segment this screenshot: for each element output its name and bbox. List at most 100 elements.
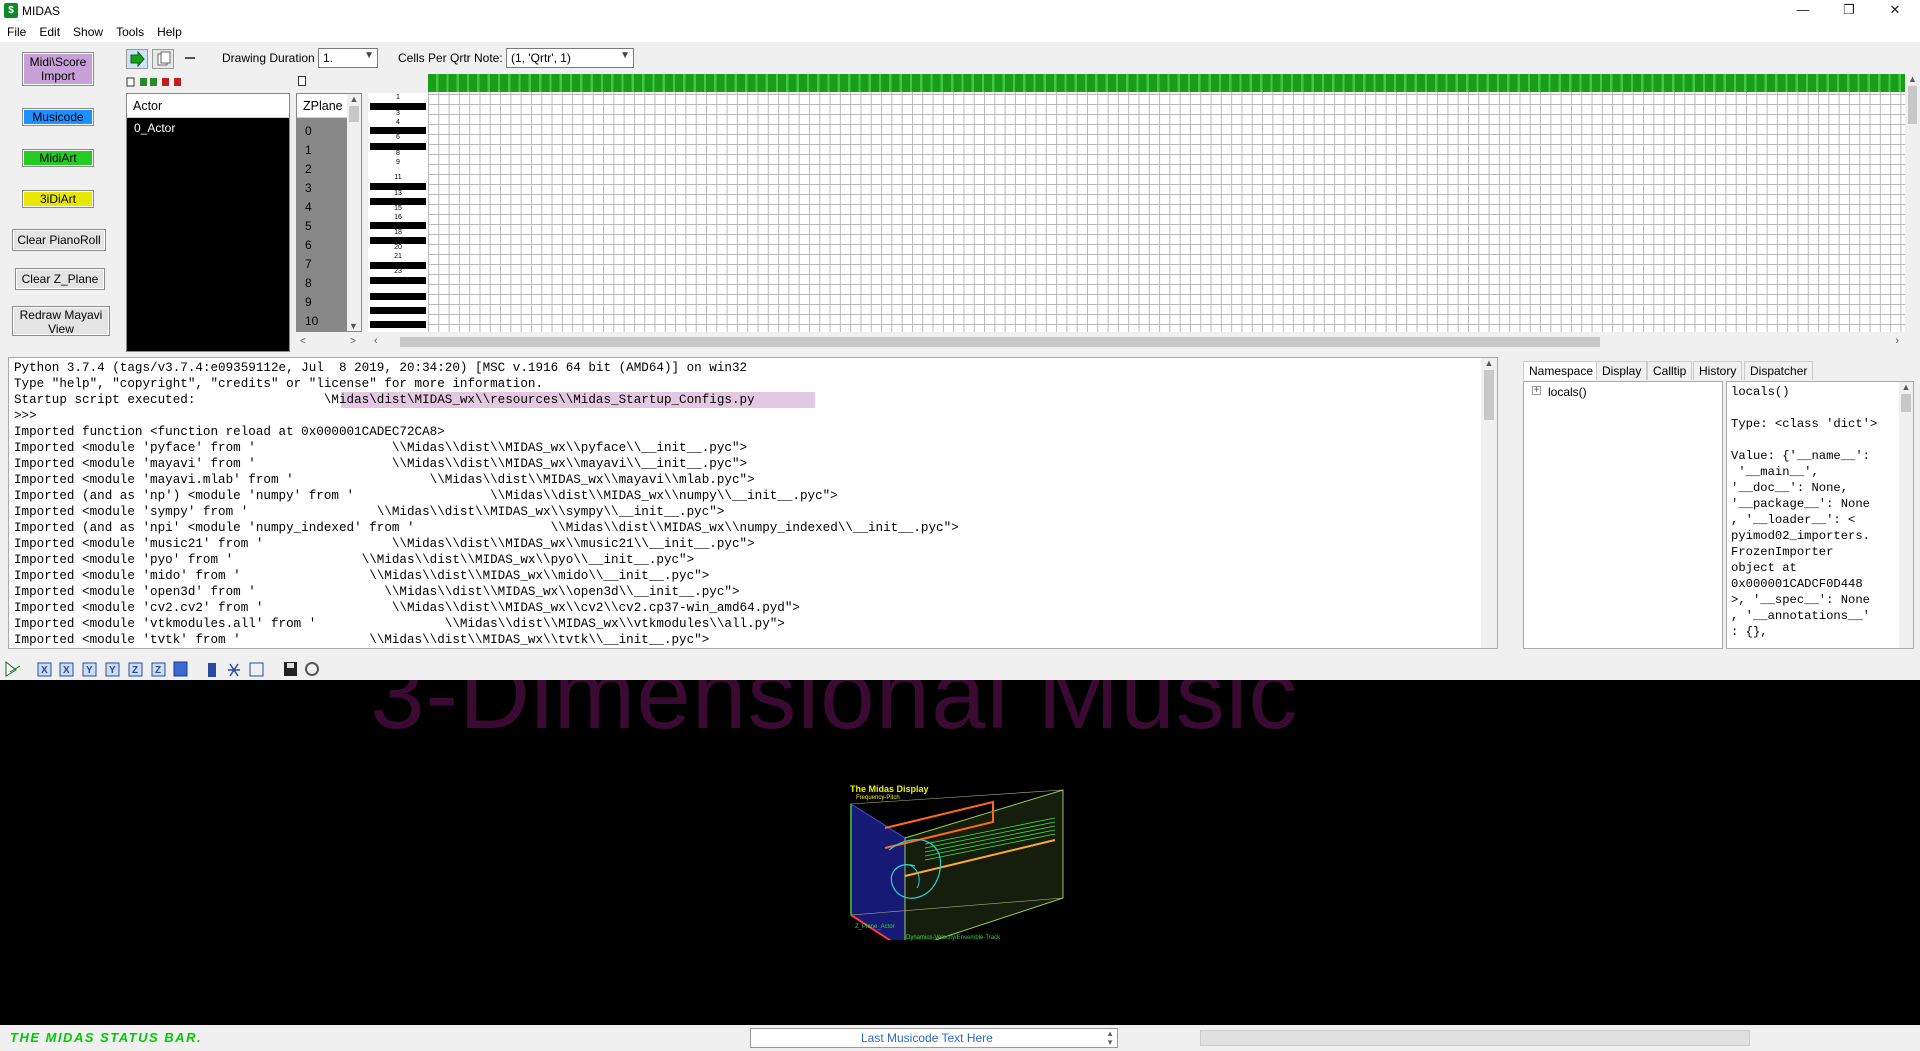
chevron-down-icon: ▼ xyxy=(620,50,630,61)
zplane-item[interactable]: 7 xyxy=(305,257,312,271)
maximize-button[interactable]: ❐ xyxy=(1826,0,1872,22)
zplane-item[interactable]: 10 xyxy=(305,314,318,328)
menu-tools[interactable]: Tools xyxy=(109,22,150,39)
svg-text:X: X xyxy=(63,665,70,676)
cells-per-qrtr-value: (1, 'Qrtr', 1) xyxy=(511,51,571,65)
cells-per-qrtr-label: Cells Per Qrtr Note: xyxy=(398,51,503,65)
detail-line: object at xyxy=(1731,561,1797,575)
svg-text:Z: Z xyxy=(132,665,138,676)
console-line: Startup script executed: \Midas\dist\MID… xyxy=(14,393,755,407)
musicode-text-input[interactable]: Last Musicode Text Here ▲ ▼ xyxy=(750,1028,1118,1048)
minimize-button[interactable]: — xyxy=(1780,0,1826,22)
zplane-item[interactable]: 1 xyxy=(305,143,312,157)
midas-3d-scene[interactable] xyxy=(845,780,1075,940)
copy-icon[interactable] xyxy=(152,49,174,69)
black-key[interactable] xyxy=(370,222,426,229)
tab-display[interactable]: Display xyxy=(1596,361,1648,380)
zplane-item[interactable]: 0 xyxy=(305,124,312,138)
console-line: Imported <module 'sympy' from ' \\Midas\… xyxy=(14,505,725,519)
tab-dispatcher[interactable]: Dispatcher xyxy=(1744,361,1814,380)
menu-bar: File Edit Show Tools Help xyxy=(0,22,1920,42)
zplane-tool-icon[interactable] xyxy=(298,76,306,86)
clear-zplane-button[interactable]: Clear Z_Plane xyxy=(15,268,105,290)
black-key[interactable] xyxy=(370,143,426,150)
mayavi-tool-icons[interactable]: XXYYZZ xyxy=(2,658,332,682)
zplane-item[interactable]: 9 xyxy=(305,295,312,309)
spin-icon[interactable]: ▲ ▼ xyxy=(1106,1029,1114,1047)
tab-history[interactable]: History xyxy=(1693,361,1743,380)
status-text: THE MIDAS STATUS BAR. xyxy=(10,1030,203,1045)
musicode-button[interactable]: Musicode xyxy=(22,108,94,126)
python-console[interactable]: Python 3.7.4 (tags/v3.7.4:e09359112e, Ju… xyxy=(8,357,1498,649)
expand-icon[interactable]: + xyxy=(1532,386,1541,396)
grid-vscroll[interactable]: ▲ xyxy=(1905,74,1920,332)
app-icon: $ xyxy=(4,3,18,18)
midiart-button[interactable]: MidiArt xyxy=(22,149,94,167)
black-key[interactable] xyxy=(370,321,426,328)
console-line: Imported <module 'open3d' from ' \\Midas… xyxy=(14,585,740,599)
drawing-duration-select[interactable]: 1. ▼ xyxy=(318,48,378,68)
console-line: >>> xyxy=(14,409,45,423)
black-key[interactable] xyxy=(370,183,426,190)
console-scrollbar[interactable]: ▲ xyxy=(1481,358,1497,648)
zplane-item[interactable]: 6 xyxy=(305,238,312,252)
black-key[interactable] xyxy=(370,293,426,300)
zplane-item[interactable]: 5 xyxy=(305,219,312,233)
menu-show[interactable]: Show xyxy=(66,22,109,39)
piano-roll-grid[interactable] xyxy=(428,74,1905,332)
background-watermark-text: 3-Dimensional Music xyxy=(370,680,1299,749)
namespace-detail: : {}, , '__annotations__' >, '__spec__': N… xyxy=(1726,381,1914,649)
black-key[interactable] xyxy=(370,277,426,284)
detail-line: locals() xyxy=(1731,385,1790,399)
zplane-list: ZPlane 01234567891011 ▲ ▼ xyxy=(296,93,362,332)
3idiart-button[interactable]: 3iDiArt xyxy=(22,190,94,208)
black-key[interactable] xyxy=(370,262,426,269)
black-key[interactable] xyxy=(370,307,426,314)
menu-edit[interactable]: Edit xyxy=(32,22,66,39)
cells-per-qrtr-select[interactable]: (1, 'Qrtr', 1) ▼ xyxy=(506,48,634,68)
detail-line: : {}, xyxy=(1731,625,1768,639)
menu-file[interactable]: File xyxy=(0,22,32,39)
zplane-item[interactable]: 2 xyxy=(305,162,312,176)
x-axis-label: Dynamics-Velocity/Ensemble-Track xyxy=(906,935,1001,941)
piano-key-label: 16 xyxy=(394,214,402,221)
close-button[interactable]: ✕ xyxy=(1872,0,1918,22)
mayavi-3d-view[interactable]: 3-Dimensional Music The Midas Display Fr… xyxy=(0,680,1920,1025)
tree-item-locals[interactable]: locals() xyxy=(1548,385,1587,399)
drawing-duration-value: 1. xyxy=(323,51,334,65)
svg-text:X: X xyxy=(41,665,48,676)
zplane-hscroll[interactable]: < > xyxy=(296,334,362,350)
zplane-item[interactable]: 8 xyxy=(305,276,312,290)
piano-key-label: 18 xyxy=(394,229,402,236)
detail-line: '__main__', xyxy=(1731,465,1819,479)
play-arrow-icon[interactable] xyxy=(126,49,148,69)
timeline-row xyxy=(428,74,1905,92)
zplane-item[interactable]: 4 xyxy=(305,200,312,214)
actor-item[interactable]: 0_Actor xyxy=(127,118,289,138)
grid-hscroll[interactable]: ‹ › xyxy=(368,334,1905,350)
piano-key-label: 20 xyxy=(394,244,402,251)
piano-key-label: 8 xyxy=(396,150,400,157)
console-line: Imported <module 'mayavi.mlab' from ' \\… xyxy=(14,473,755,487)
redraw-mayavi-button[interactable]: Redraw Mayavi View xyxy=(12,306,110,336)
black-key[interactable] xyxy=(370,103,426,110)
zplane-scrollbar[interactable]: ▲ ▼ xyxy=(347,94,361,331)
mayavi-toolbar: XXYYZZ xyxy=(0,656,1920,680)
clear-pianoroll-button[interactable]: Clear PianoRoll xyxy=(12,229,106,251)
console-line: Imported (and as 'npi' <module 'numpy_in… xyxy=(14,521,959,535)
detail-line: Value: {'__name__': xyxy=(1731,449,1870,463)
console-line: Python 3.7.4 (tags/v3.7.4:e09359112e, Ju… xyxy=(14,361,748,375)
black-key[interactable] xyxy=(370,237,426,244)
tab-calltip[interactable]: Calltip xyxy=(1647,361,1693,380)
black-key[interactable] xyxy=(370,198,426,205)
midi-score-import-button[interactable]: Midi\Score Import xyxy=(22,52,94,86)
minus-icon[interactable] xyxy=(185,57,195,59)
detail-scrollbar[interactable]: ▲ xyxy=(1899,382,1913,648)
namespace-tree[interactable]: + locals() xyxy=(1523,381,1723,649)
zplane-item[interactable]: 3 xyxy=(305,181,312,195)
actor-tools xyxy=(126,76,196,87)
console-line: Imported <module 'cv2.cv2' from ' \\Mida… xyxy=(14,601,800,615)
black-key[interactable] xyxy=(370,127,426,134)
menu-help[interactable]: Help xyxy=(150,22,188,39)
tab-namespace[interactable]: Namespace xyxy=(1523,361,1600,380)
